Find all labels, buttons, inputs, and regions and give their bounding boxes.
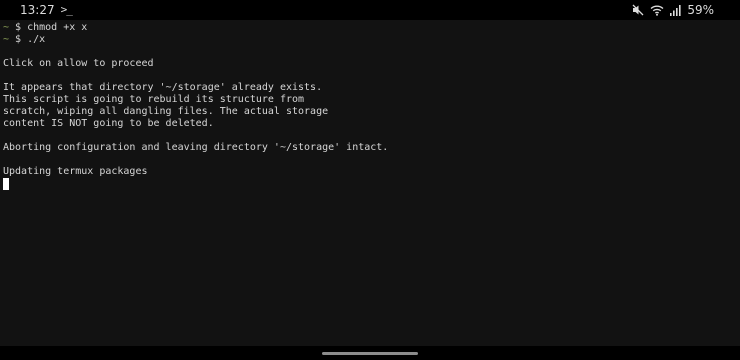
home-gesture-handle[interactable] (322, 352, 418, 355)
terminal-line-text: content IS NOT going to be deleted. (3, 118, 214, 129)
status-left: 13:27 >_ (20, 3, 73, 17)
status-right: 59% (632, 3, 714, 17)
terminal-line: It appears that directory '~/storage' al… (3, 82, 388, 94)
terminal-line-text: Aborting configuration and leaving direc… (3, 142, 389, 153)
terminal-line: ~ $ ./x (3, 34, 388, 46)
terminal-line-text: $ chmod +x x (9, 22, 88, 33)
battery-percent: 59% (687, 3, 714, 17)
signal-icon (670, 4, 681, 16)
navigation-bar (0, 346, 740, 360)
terminal-line-text: scratch, wiping all dangling files. The … (3, 106, 329, 117)
terminal-line: scratch, wiping all dangling files. The … (3, 106, 388, 118)
terminal-cursor-line (3, 178, 388, 190)
terminal-output: ~ $ chmod +x x ~ $ ./x Click on allow to p… (3, 22, 388, 190)
termux-prompt-icon: >_ (60, 3, 73, 16)
terminal-line: This script is going to rebuild its stru… (3, 94, 388, 106)
terminal-line: content IS NOT going to be deleted. (3, 118, 388, 130)
terminal-cursor (3, 178, 9, 190)
terminal-line: Click on allow to proceed (3, 58, 388, 70)
terminal-line-text: $ ./x (9, 34, 46, 45)
status-time: 13:27 (20, 3, 55, 17)
terminal-line-text: Click on allow to proceed (3, 58, 154, 69)
terminal-view[interactable]: ~ $ chmod +x x ~ $ ./x Click on allow to p… (0, 20, 740, 346)
terminal-line-text: It appears that directory '~/storage' al… (3, 82, 323, 93)
terminal-line: ~ $ chmod +x x (3, 22, 388, 34)
wifi-icon (650, 4, 664, 16)
status-bar: 13:27 >_ 59% (0, 0, 740, 20)
terminal-line-text: This script is going to rebuild its stru… (3, 94, 305, 105)
terminal-line: Aborting configuration and leaving direc… (3, 142, 388, 154)
mute-icon (632, 4, 644, 16)
terminal-line: Updating termux packages (3, 166, 388, 178)
terminal-line-text: Updating termux packages (3, 166, 148, 177)
